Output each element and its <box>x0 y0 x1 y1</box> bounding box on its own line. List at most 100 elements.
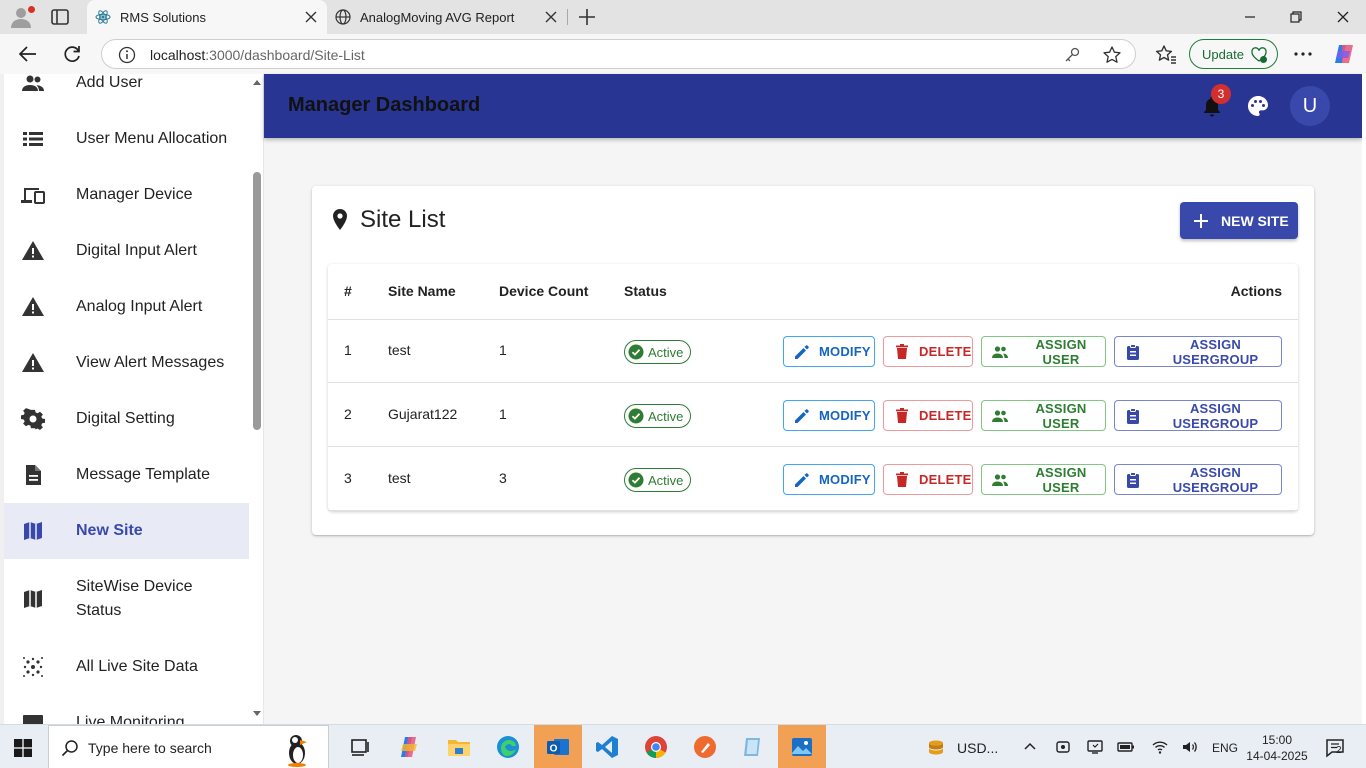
sidebar-item-add-user[interactable]: Add User <box>4 74 249 111</box>
address-bar[interactable]: localhost:3000/dashboard/Site-List <box>101 39 1136 69</box>
sidebar-item-label: Digital Setting <box>76 410 175 427</box>
language-indicator[interactable]: ENG <box>1212 741 1238 755</box>
file-explorer-icon[interactable] <box>435 725 483 768</box>
copilot-app-icon[interactable] <box>386 725 434 768</box>
modify-label: MODIFY <box>819 472 871 487</box>
restore-icon[interactable] <box>1285 6 1307 28</box>
modify-button[interactable]: MODIFY <box>783 336 875 367</box>
svg-text:O: O <box>550 744 558 755</box>
sidebar-item-manager-device[interactable]: Manager Device <box>4 167 249 223</box>
modify-button[interactable]: MODIFY <box>783 400 875 431</box>
close-icon[interactable] <box>539 5 563 29</box>
copilot-icon[interactable] <box>1332 42 1356 66</box>
assign-user-button[interactable]: ASSIGN USER <box>981 400 1106 431</box>
wifi-icon[interactable] <box>1151 738 1169 756</box>
tab-separator <box>567 9 568 25</box>
sidebar-item-label: Digital Input Alert <box>76 242 197 259</box>
notification-center-icon[interactable] <box>1324 737 1346 759</box>
new-site-button[interactable]: NEW SITE <box>1180 202 1298 239</box>
taskbar-search-input[interactable]: Type here to search <box>48 725 329 768</box>
assign-usergroup-button[interactable]: ASSIGN USERGROUP <box>1114 336 1282 367</box>
reload-icon[interactable] <box>61 43 83 65</box>
flow-app-icon[interactable] <box>729 725 777 768</box>
photos-icon[interactable] <box>778 725 826 768</box>
scrollbar-thumb[interactable] <box>253 172 261 430</box>
meet-now-icon[interactable] <box>1054 738 1072 756</box>
sidebar-item-live-monitoring[interactable]: Live Monitoring <box>4 695 249 724</box>
favorite-star-icon[interactable] <box>1102 45 1122 65</box>
site-name: test <box>388 342 411 358</box>
assign-user-button[interactable]: ASSIGN USER <box>981 464 1106 495</box>
new-tab-icon[interactable] <box>576 6 598 28</box>
scroll-down-icon[interactable] <box>252 710 262 718</box>
delete-button[interactable]: DELETE <box>883 336 973 367</box>
sidebar-item-message-template[interactable]: Message Template <box>4 447 249 503</box>
currency-widget-icon[interactable] <box>927 738 945 756</box>
app-header: Manager Dashboard 3 U <box>264 74 1362 138</box>
sidebar-item-digital-input-alert[interactable]: Digital Input Alert <box>4 223 249 279</box>
tab-actions-icon[interactable] <box>50 8 70 26</box>
currency-widget[interactable]: USD... <box>957 740 998 756</box>
status-label: Active <box>648 472 684 488</box>
palette-icon[interactable] <box>1246 94 1270 118</box>
delete-button[interactable]: DELETE <box>883 464 973 495</box>
table-row: 3 test 3 Active MODIFY DELETE ASSIGN USE… <box>328 448 1298 511</box>
sidebar-item-label: Add User <box>76 74 143 91</box>
sidebar-scrollbar[interactable] <box>250 74 263 724</box>
update-button[interactable]: Update <box>1189 39 1278 69</box>
display-icon[interactable] <box>1086 738 1104 756</box>
battery-icon[interactable] <box>1117 738 1135 756</box>
outlook-icon[interactable]: O <box>534 725 582 768</box>
sidebar-item-new-site[interactable]: New Site <box>4 503 249 559</box>
sidebar-item-label: Live Monitoring <box>76 714 185 724</box>
assign-user-button[interactable]: ASSIGN USER <box>981 336 1106 367</box>
edge-icon[interactable] <box>484 725 532 768</box>
sidebar-item-user-menu-allocation[interactable]: User Menu Allocation <box>4 111 249 167</box>
scroll-up-icon[interactable] <box>252 78 262 86</box>
url-text: localhost:3000/dashboard/Site-List <box>150 47 365 63</box>
volume-icon[interactable] <box>1181 738 1199 756</box>
back-arrow-icon[interactable] <box>17 43 39 65</box>
tab-title: RMS Solutions <box>120 9 206 25</box>
delete-button[interactable]: DELETE <box>883 400 973 431</box>
sidebar-item-label: Message Template <box>76 466 210 483</box>
sidebar-item-label-line2: Status <box>76 602 122 619</box>
chrome-icon[interactable] <box>632 725 680 768</box>
key-icon[interactable] <box>1063 46 1081 64</box>
puffin-icon <box>277 728 317 768</box>
delete-label: DELETE <box>919 344 972 359</box>
sidebar-item-label: Analog Input Alert <box>76 298 203 315</box>
site-table: # Site Name Device Count Status Actions … <box>328 264 1298 511</box>
gear-icon <box>21 407 45 431</box>
tab-analog-report[interactable]: AnalogMoving AVG Report <box>327 0 567 34</box>
sidebar-item-view-alert-messages[interactable]: View Alert Messages <box>4 335 249 391</box>
assign-usergroup-button[interactable]: ASSIGN USERGROUP <box>1114 400 1282 431</box>
sidebar-item-analog-input-alert[interactable]: Analog Input Alert <box>4 279 249 335</box>
avatar[interactable]: U <box>1290 86 1330 126</box>
modify-button[interactable]: MODIFY <box>783 464 875 495</box>
document-icon <box>21 463 45 487</box>
location-pin-icon <box>330 208 350 232</box>
notification-badge: 3 <box>1211 84 1231 104</box>
sidebar: Add User User Menu Allocation Manager De… <box>0 74 264 724</box>
system-clock[interactable]: 15:00 14-04-2025 <box>1237 732 1317 764</box>
favorites-icon[interactable] <box>1155 43 1177 65</box>
check-circle-icon <box>628 344 644 360</box>
vscode-icon[interactable] <box>583 725 631 768</box>
sidebar-item-all-live-site-data[interactable]: All Live Site Data <box>4 639 249 695</box>
profile-icon[interactable] <box>9 5 35 29</box>
status-label: Active <box>648 408 684 424</box>
minimize-icon[interactable] <box>1239 6 1261 28</box>
tab-rms-solutions[interactable]: RMS Solutions <box>87 0 327 34</box>
assign-usergroup-button[interactable]: ASSIGN USERGROUP <box>1114 464 1282 495</box>
more-options-icon[interactable] <box>1292 43 1314 65</box>
close-icon[interactable] <box>299 5 323 29</box>
task-view-icon[interactable] <box>336 725 384 768</box>
chevron-up-icon[interactable] <box>1021 738 1039 756</box>
sidebar-item-sitewise-device-status[interactable]: SiteWise Device Status <box>4 559 249 639</box>
site-info-icon[interactable] <box>118 46 136 64</box>
postman-icon[interactable] <box>681 725 729 768</box>
windows-start-icon[interactable] <box>14 739 32 757</box>
sidebar-item-digital-setting[interactable]: Digital Setting <box>4 391 249 447</box>
window-close-icon[interactable] <box>1332 6 1354 28</box>
